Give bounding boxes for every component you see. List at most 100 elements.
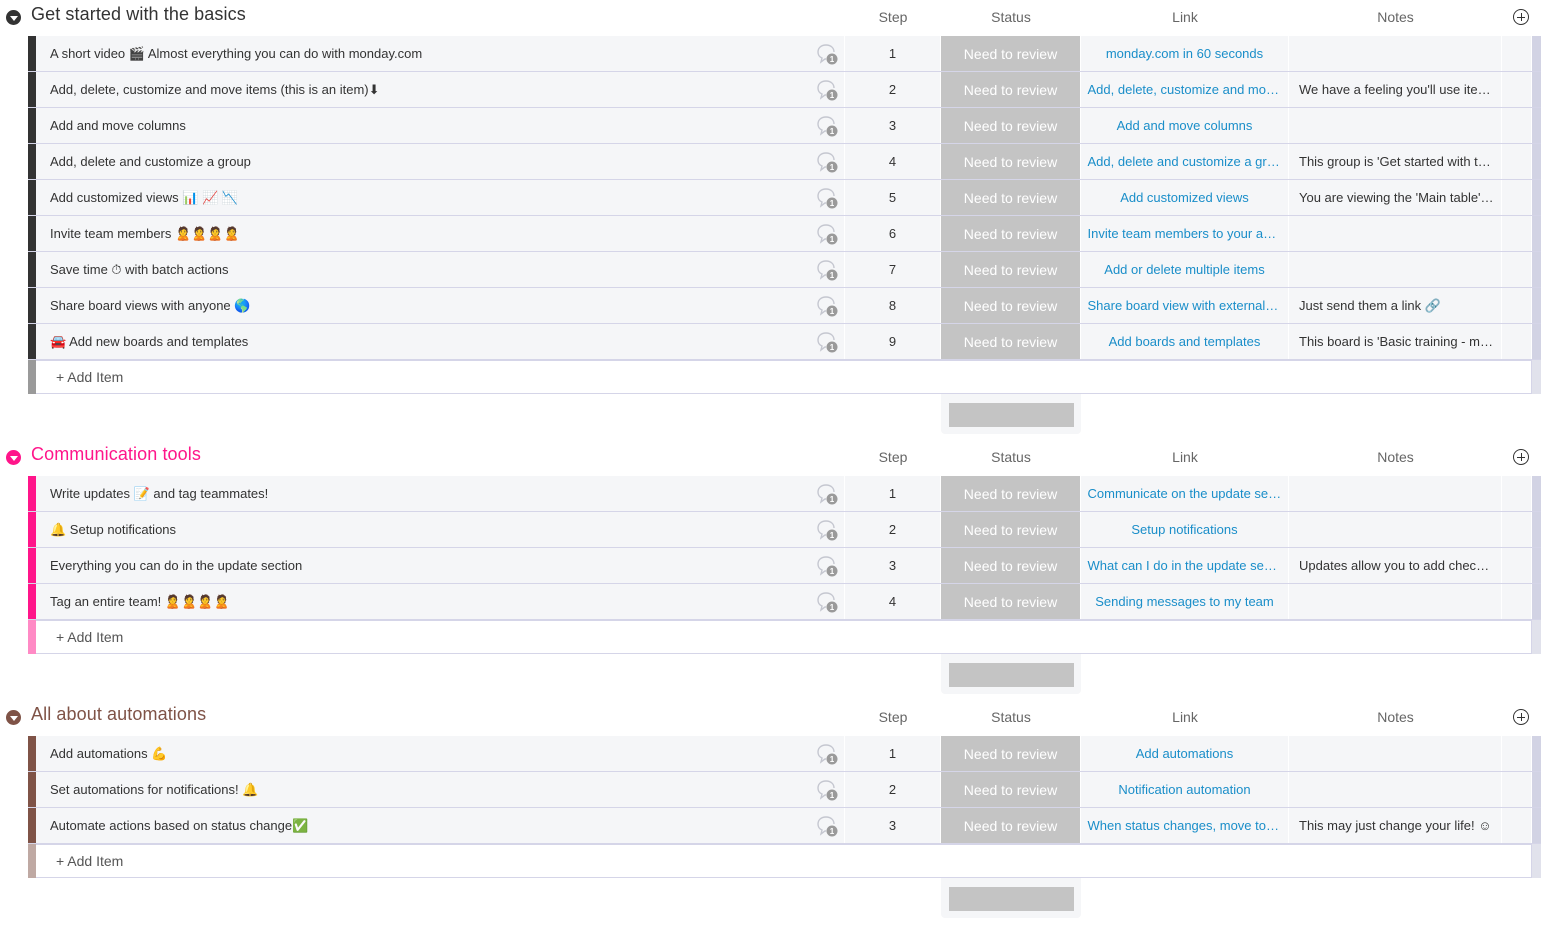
column-header-status[interactable]: Status	[941, 449, 1081, 465]
status-cell[interactable]: Need to review	[941, 252, 1081, 287]
step-cell[interactable]: 4	[845, 144, 941, 179]
notes-cell[interactable]: Just send them a link 🔗	[1289, 288, 1502, 323]
status-cell[interactable]: Need to review	[941, 548, 1081, 583]
add-column-plus-icon[interactable]	[1513, 449, 1529, 465]
status-cell[interactable]: Need to review	[941, 808, 1081, 843]
step-cell[interactable]: 2	[845, 72, 941, 107]
link-cell[interactable]: Add, delete, customize and move items	[1081, 72, 1289, 107]
link-cell[interactable]: What can I do in the update section	[1081, 548, 1289, 583]
column-header-notes[interactable]: Notes	[1289, 449, 1502, 465]
item-name-cell[interactable]: Set automations for notifications! 🔔 1	[36, 772, 845, 807]
updates-bubble-icon[interactable]: 1	[816, 151, 838, 173]
table-row[interactable]: Add automations 💪 1 1 Need to review Add…	[28, 736, 1541, 772]
notes-cell[interactable]	[1289, 584, 1502, 619]
add-column-plus-icon[interactable]	[1513, 9, 1529, 25]
step-cell[interactable]: 2	[845, 772, 941, 807]
status-cell[interactable]: Need to review	[941, 144, 1081, 179]
item-name-cell[interactable]: Tag an entire team! 🙎🙎🙎🙎 1	[36, 584, 845, 619]
column-header-status[interactable]: Status	[941, 709, 1081, 725]
link[interactable]: Add boards and templates	[1105, 334, 1265, 349]
status-summary-bar[interactable]	[949, 887, 1074, 911]
link-cell[interactable]: Add or delete multiple items	[1081, 252, 1289, 287]
step-cell[interactable]: 7	[845, 252, 941, 287]
updates-bubble-icon[interactable]: 1	[816, 259, 838, 281]
add-item-box[interactable]	[36, 844, 1532, 878]
add-item-button[interactable]: + Add Item	[56, 369, 123, 385]
table-row[interactable]: Save time ⏱ with batch actions 1 7 Need …	[28, 252, 1541, 288]
link-cell[interactable]: Add customized views	[1081, 180, 1289, 215]
updates-bubble-icon[interactable]: 1	[816, 187, 838, 209]
table-row[interactable]: 🔔 Setup notifications 1 2 Need to review…	[28, 512, 1541, 548]
updates-bubble-icon[interactable]: 1	[816, 519, 838, 541]
status-cell[interactable]: Need to review	[941, 36, 1081, 71]
item-name[interactable]: A short video 🎬 Almost everything you ca…	[50, 46, 422, 62]
collapse-group-toggle-icon[interactable]	[6, 10, 21, 25]
item-name[interactable]: Add customized views 📊 📈 📉	[50, 190, 238, 206]
item-name[interactable]: Save time ⏱ with batch actions	[50, 262, 229, 278]
step-cell[interactable]: 1	[845, 736, 941, 771]
item-name-cell[interactable]: Share board views with anyone 🌎 1	[36, 288, 845, 323]
item-name[interactable]: Add and move columns	[50, 118, 186, 133]
link[interactable]: Communicate on the update section	[1084, 486, 1286, 501]
item-name[interactable]: 🔔 Setup notifications	[50, 522, 176, 538]
item-name-cell[interactable]: 🚘 Add new boards and templates 1	[36, 324, 845, 359]
add-item-row[interactable]: + Add Item	[28, 360, 1541, 394]
link-cell[interactable]: When status changes, move to group	[1081, 808, 1289, 843]
collapse-group-toggle-icon[interactable]	[6, 450, 21, 465]
link-cell[interactable]: Notification automation	[1081, 772, 1289, 807]
notes-cell[interactable]	[1289, 108, 1502, 143]
table-row[interactable]: Tag an entire team! 🙎🙎🙎🙎 1 4 Need to rev…	[28, 584, 1541, 620]
link-cell[interactable]: Setup notifications	[1081, 512, 1289, 547]
step-cell[interactable]: 5	[845, 180, 941, 215]
status-cell[interactable]: Need to review	[941, 108, 1081, 143]
item-name[interactable]: Tag an entire team! 🙎🙎🙎🙎	[50, 594, 230, 610]
item-name-cell[interactable]: Add and move columns 1	[36, 108, 845, 143]
updates-bubble-icon[interactable]: 1	[816, 483, 838, 505]
column-header-link[interactable]: Link	[1081, 709, 1289, 725]
item-name[interactable]: Everything you can do in the update sect…	[50, 558, 302, 573]
link[interactable]: Sending messages to my team	[1091, 594, 1277, 609]
step-cell[interactable]: 3	[845, 808, 941, 843]
link-cell[interactable]: Invite team members to your account	[1081, 216, 1289, 251]
link[interactable]: Setup notifications	[1127, 522, 1241, 537]
step-cell[interactable]: 3	[845, 548, 941, 583]
updates-bubble-icon[interactable]: 1	[816, 815, 838, 837]
item-name-cell[interactable]: Invite team members 🙎🙎🙎🙎 1	[36, 216, 845, 251]
collapse-group-toggle-icon[interactable]	[6, 710, 21, 725]
group-title[interactable]: Get started with the basics	[31, 4, 246, 25]
status-cell[interactable]: Need to review	[941, 736, 1081, 771]
link[interactable]: What can I do in the update section	[1084, 558, 1286, 573]
status-cell[interactable]: Need to review	[941, 216, 1081, 251]
step-cell[interactable]: 8	[845, 288, 941, 323]
updates-bubble-icon[interactable]: 1	[816, 743, 838, 765]
notes-cell[interactable]	[1289, 216, 1502, 251]
table-row[interactable]: Share board views with anyone 🌎 1 8 Need…	[28, 288, 1541, 324]
link-cell[interactable]: Communicate on the update section	[1081, 476, 1289, 511]
link[interactable]: monday.com in 60 seconds	[1102, 46, 1267, 61]
column-header-link[interactable]: Link	[1081, 9, 1289, 25]
notes-cell[interactable]	[1289, 736, 1502, 771]
step-cell[interactable]: 1	[845, 476, 941, 511]
item-name-cell[interactable]: A short video 🎬 Almost everything you ca…	[36, 36, 845, 71]
table-row[interactable]: Write updates 📝 and tag teammates! 1 1 N…	[28, 476, 1541, 512]
item-name[interactable]: Invite team members 🙎🙎🙎🙎	[50, 226, 240, 242]
link-cell[interactable]: Share board view with external users	[1081, 288, 1289, 323]
table-row[interactable]: Set automations for notifications! 🔔 1 2…	[28, 772, 1541, 808]
status-cell[interactable]: Need to review	[941, 72, 1081, 107]
status-cell[interactable]: Need to review	[941, 476, 1081, 511]
table-row[interactable]: 🚘 Add new boards and templates 1 9 Need …	[28, 324, 1541, 360]
item-name-cell[interactable]: Add automations 💪 1	[36, 736, 845, 771]
column-header-notes[interactable]: Notes	[1289, 9, 1502, 25]
item-name-cell[interactable]: Add, delete and customize a group 1	[36, 144, 845, 179]
group-title[interactable]: All about automations	[31, 704, 206, 725]
add-item-row[interactable]: + Add Item	[28, 620, 1541, 654]
column-header-step[interactable]: Step	[845, 9, 941, 25]
item-name[interactable]: 🚘 Add new boards and templates	[50, 334, 248, 350]
column-header-step[interactable]: Step	[845, 709, 941, 725]
status-cell[interactable]: Need to review	[941, 180, 1081, 215]
column-header-step[interactable]: Step	[845, 449, 941, 465]
add-item-button[interactable]: + Add Item	[56, 629, 123, 645]
item-name[interactable]: Set automations for notifications! 🔔	[50, 782, 258, 798]
add-column-plus-icon[interactable]	[1513, 709, 1529, 725]
updates-bubble-icon[interactable]: 1	[816, 295, 838, 317]
